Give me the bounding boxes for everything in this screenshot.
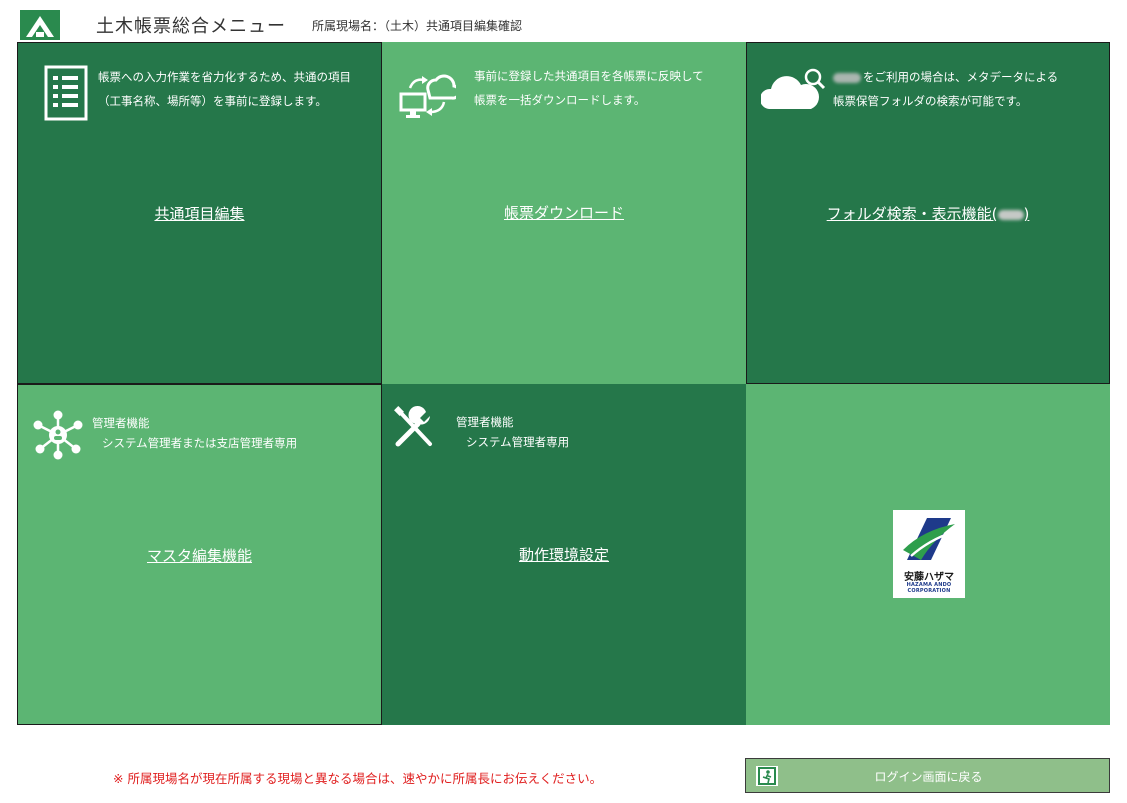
- admin-title: 管理者機能: [456, 415, 514, 429]
- redacted-text: [833, 72, 861, 83]
- environment-settings-link[interactable]: 動作環境設定: [382, 544, 746, 565]
- app-logo: [20, 10, 60, 40]
- tile-description: 帳票への入力作業を省力化するため、共通の項目 （工事名称、場所等）を事前に登録し…: [98, 70, 351, 108]
- cloud-search-icon: [761, 68, 826, 109]
- header: 土木帳票総合メニュー 所属現場名：（土木）共通項目編集確認: [0, 0, 1127, 42]
- site-label: 所属現場名：（土木）共通項目編集確認: [312, 19, 523, 33]
- tile-description: 事前に登録した共通項目を各帳票に反映して 帳票を一括ダウンロードします。: [474, 69, 704, 107]
- tile-folder-search[interactable]: をご利用の場合は、メタデータによる 帳票保管フォルダの検索が可能です。 フォルダ…: [746, 42, 1110, 384]
- return-to-login-button[interactable]: ログイン画面に戻る: [745, 758, 1110, 793]
- app-title: 土木帳票総合メニュー: [96, 16, 286, 37]
- tile-common-items[interactable]: 帳票への入力作業を省力化するため、共通の項目 （工事名称、場所等）を事前に登録し…: [17, 42, 382, 384]
- admin-subtitle: システム管理者または支店管理者専用: [102, 436, 298, 450]
- tile-download[interactable]: 事前に登録した共通項目を各帳票に反映して 帳票を一括ダウンロードします。 帳票ダ…: [382, 42, 746, 384]
- master-edit-link[interactable]: マスタ編集機能: [18, 545, 381, 566]
- checklist-icon: [44, 65, 88, 121]
- download-link[interactable]: 帳票ダウンロード: [382, 202, 746, 223]
- redacted-text: [997, 209, 1024, 220]
- admin-subtitle: システム管理者専用: [466, 435, 570, 449]
- company-subname: HAZAMA ANDO CORPORATION: [906, 582, 952, 594]
- tile-master-edit[interactable]: 管理者機能 システム管理者または支店管理者専用 マスタ編集機能: [17, 384, 382, 725]
- network-hub-icon: [33, 410, 83, 460]
- company-emblem-icon: [903, 518, 955, 560]
- tile-environment[interactable]: 管理者機能 システム管理者専用 動作環境設定: [382, 384, 746, 725]
- site-notice: ※ 所属現場名が現在所属する現場と異なる場合は、速やかに所属長にお伝えください。: [113, 771, 603, 786]
- cloud-sync-icon: [399, 74, 456, 118]
- return-button-label: ログイン画面に戻る: [874, 770, 983, 784]
- tile-description: をご利用の場合は、メタデータによる 帳票保管フォルダの検索が可能です。: [833, 70, 1059, 108]
- company-logo: 安藤ハザマ HAZAMA ANDO CORPORATION: [893, 510, 965, 598]
- company-name: 安藤ハザマ: [904, 572, 954, 583]
- admin-title: 管理者機能: [92, 416, 150, 430]
- common-items-link[interactable]: 共通項目編集: [18, 203, 381, 224]
- tools-icon: [394, 406, 432, 447]
- folder-search-link[interactable]: フォルダ検索・表示機能(): [747, 203, 1109, 224]
